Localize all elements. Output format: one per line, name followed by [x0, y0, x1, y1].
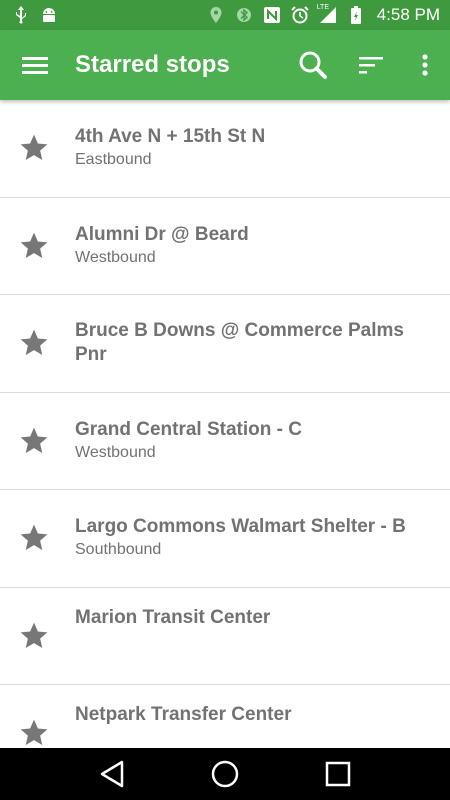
stop-direction: Westbound — [75, 248, 156, 266]
star-icon[interactable] — [18, 230, 50, 262]
stop-text: Largo Commons Walmart Shelter - B Southb… — [75, 515, 430, 561]
stop-name: Marion Transit Center — [75, 606, 271, 628]
stop-name: 4th Ave N + 15th St N — [75, 126, 266, 148]
app-bar: Starred stops — [0, 30, 450, 100]
status-bar: LTE 4:58 PM — [0, 0, 450, 30]
bluetooth-icon — [235, 6, 253, 24]
battery-icon — [347, 6, 365, 24]
page-title: Starred stops — [75, 51, 230, 78]
star-icon[interactable] — [18, 425, 50, 457]
sort-button[interactable] — [342, 30, 400, 100]
alarm-icon — [290, 6, 309, 24]
stop-name: Netpark Transfer Center — [75, 704, 292, 725]
usb-icon — [12, 6, 30, 24]
status-right-icons: LTE 4:58 PM — [207, 4, 440, 25]
list-item[interactable]: Netpark Transfer Center — [0, 685, 450, 748]
star-icon[interactable] — [18, 717, 50, 748]
stop-text: Marion Transit Center — [75, 606, 430, 630]
list-item[interactable]: Alumni Dr @ Beard Westbound — [0, 198, 450, 295]
list-item[interactable]: Largo Commons Walmart Shelter - B Southb… — [0, 490, 450, 588]
list-item[interactable]: Bruce B Downs @ Commerce Palms Pnr — [0, 295, 450, 393]
search-icon — [299, 51, 327, 79]
stop-text: Alumni Dr @ Beard Westbound — [75, 223, 430, 269]
stop-name: Largo Commons Walmart Shelter - B — [75, 516, 406, 538]
stop-name: Alumni Dr @ Beard — [75, 223, 249, 245]
list-item[interactable]: Marion Transit Center — [0, 588, 450, 685]
search-button[interactable] — [284, 30, 342, 100]
recents-icon — [326, 761, 351, 787]
list-item[interactable]: Grand Central Station - C Westbound — [0, 393, 450, 490]
location-icon — [207, 6, 225, 24]
stop-name: Bruce B Downs @ Commerce Palms Pnr — [75, 320, 404, 366]
more-vert-icon — [422, 54, 428, 76]
list-item[interactable]: 4th Ave N + 15th St N Eastbound — [0, 100, 450, 198]
android-icon — [40, 6, 58, 24]
stop-text: Grand Central Station - C Westbound — [75, 418, 430, 464]
status-left-icons — [12, 6, 58, 24]
menu-button[interactable] — [0, 30, 70, 100]
home-icon — [211, 760, 239, 788]
star-icon[interactable] — [18, 620, 50, 652]
status-time: 4:58 PM — [376, 5, 440, 24]
nfc-icon — [263, 6, 281, 24]
recents-button[interactable] — [318, 754, 358, 794]
stop-text: 4th Ave N + 15th St N Eastbound — [75, 125, 430, 171]
stop-text: Netpark Transfer Center — [75, 703, 430, 727]
stop-name: Grand Central Station - C — [75, 418, 302, 440]
back-button[interactable] — [92, 754, 132, 794]
more-options-button[interactable] — [400, 30, 450, 100]
lte-label: LTE — [316, 4, 330, 11]
stop-direction: Eastbound — [75, 151, 152, 169]
home-button[interactable] — [205, 754, 245, 794]
sort-icon — [359, 57, 383, 74]
starred-stops-list: 4th Ave N + 15th St N Eastbound Alumni D… — [0, 100, 450, 748]
star-icon[interactable] — [18, 132, 50, 164]
lte-signal-icon: LTE — [316, 4, 337, 24]
hamburger-icon — [22, 57, 48, 74]
star-icon[interactable] — [18, 522, 50, 554]
stop-text: Bruce B Downs @ Commerce Palms Pnr — [75, 319, 430, 367]
star-icon[interactable] — [18, 327, 50, 359]
stop-direction: Southbound — [75, 541, 162, 559]
navigation-bar — [0, 748, 450, 800]
back-icon — [100, 760, 123, 788]
stop-direction: Westbound — [75, 443, 156, 461]
